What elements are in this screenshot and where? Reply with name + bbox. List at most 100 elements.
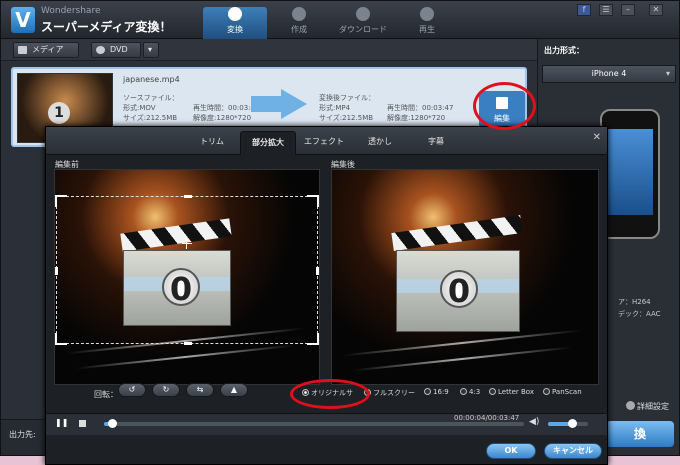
seek-slider-handle[interactable] <box>107 419 117 428</box>
chevron-down-icon: ▾ <box>665 69 670 78</box>
output-format-select[interactable]: iPhone 4 ▾ <box>542 65 676 83</box>
flip-horizontal-button[interactable]: ⇆ <box>186 383 214 397</box>
crop-corner-handle[interactable] <box>55 195 67 207</box>
toolbar: メディア DVD ▾ <box>1 39 537 61</box>
stop-button[interactable] <box>79 420 86 427</box>
crop-edge-handle[interactable] <box>184 342 192 345</box>
audio-codec-spec: デック：AAC <box>618 310 661 318</box>
aspect-16-9-label: 16:9 <box>433 388 449 396</box>
disc-icon <box>292 7 306 21</box>
volume-icon[interactable]: ◀) <box>529 417 539 427</box>
radio-dot <box>489 388 496 395</box>
wondershare-logo: V <box>11 7 35 33</box>
iphone-preview-image <box>600 109 660 239</box>
after-preview: 0 <box>331 169 599 385</box>
aspect-4-3-label: 4:3 <box>469 388 481 396</box>
crop-corner-handle[interactable] <box>307 195 319 207</box>
clapper-top <box>391 215 523 251</box>
add-dvd-button[interactable]: DVD <box>91 42 141 58</box>
dvd-dropdown-button[interactable]: ▾ <box>143 42 159 58</box>
convert-arrow-icon <box>281 89 307 119</box>
crop-corner-handle[interactable] <box>55 333 67 345</box>
output-device-value: iPhone 4 <box>591 69 627 78</box>
target-header: 変換後ファイル： <box>319 94 375 102</box>
target-resolution: 解像度:1280*720 <box>387 114 446 122</box>
volume-slider[interactable] <box>548 419 588 428</box>
radio-dot <box>424 388 431 395</box>
light-streak <box>342 329 582 357</box>
target-size: サイズ:212.5MB <box>319 114 374 122</box>
aspect-letterbox-radio[interactable]: Letter Box <box>489 388 534 396</box>
tab-effect[interactable]: エフェクト <box>296 131 352 155</box>
convert-button[interactable]: 換 <box>606 421 674 447</box>
ok-button[interactable]: OK <box>486 443 536 459</box>
add-dvd-label: DVD <box>110 45 128 54</box>
crop-rectangle[interactable] <box>55 195 319 345</box>
crop-edge-handle[interactable] <box>55 267 58 275</box>
aspect-panscan-label: PanScan <box>552 388 582 396</box>
file-name: japanese.mp4 <box>123 75 180 84</box>
iphone-screen <box>607 129 653 215</box>
output-folder-label: 出力先: <box>9 430 36 439</box>
aspect-4-3-radio[interactable]: 4:3 <box>460 388 480 396</box>
target-format: 形式:MP4 <box>319 104 351 112</box>
tab-convert-label: 変換 <box>227 25 243 34</box>
facebook-button[interactable]: f <box>577 4 591 16</box>
tab-download-label: ダウンロード <box>339 25 387 34</box>
title-bar: V Wondershare スーパーメディア変換！ 変換 作成 ダウンロード 再… <box>1 1 679 39</box>
rotate-left-button[interactable]: ↺ <box>118 383 146 397</box>
aspect-16-9-radio[interactable]: 16:9 <box>424 388 449 396</box>
crop-corner-handle[interactable] <box>307 333 319 345</box>
countdown-number: 0 <box>440 270 478 310</box>
tab-download[interactable]: ダウンロード <box>331 7 395 39</box>
advanced-settings-link[interactable]: 詳細設定 <box>626 401 669 412</box>
video-codec-spec: ア：H264 <box>618 298 651 306</box>
tab-trim[interactable]: トリム <box>184 131 240 155</box>
highlight-circle <box>290 379 370 409</box>
tab-create[interactable]: 作成 <box>267 7 331 39</box>
convert-arrow-body <box>251 96 281 112</box>
source-format: 形式:MOV <box>123 104 156 112</box>
flip-vertical-button[interactable]: ▲ <box>220 383 248 397</box>
pause-button[interactable]: ❚❚ <box>55 418 68 427</box>
crop-edge-handle[interactable] <box>184 195 192 198</box>
app-title: スーパーメディア変換！ <box>41 20 172 34</box>
tab-watermark[interactable]: 透かし <box>352 131 408 155</box>
add-media-button[interactable]: メディア <box>13 42 79 58</box>
rotate-label: 回転： <box>94 390 118 399</box>
aspect-panscan-radio[interactable]: PanScan <box>543 388 582 396</box>
tab-play-label: 再生 <box>419 25 435 34</box>
thumbnail-number: 1 <box>48 102 70 124</box>
volume-slider-handle[interactable] <box>568 419 577 428</box>
aspect-letterbox-label: Letter Box <box>498 388 534 396</box>
tab-subtitle[interactable]: 字幕 <box>408 131 464 155</box>
dialog-close-button[interactable]: ✕ <box>593 132 601 143</box>
radio-dot <box>543 388 550 395</box>
radio-dot <box>460 388 467 395</box>
source-size: サイズ:212.5MB <box>123 114 178 122</box>
add-media-icon <box>18 46 27 54</box>
close-window-button[interactable]: ✕ <box>649 4 663 16</box>
highlight-circle <box>473 82 536 130</box>
tab-create-label: 作成 <box>291 25 307 34</box>
minimize-button[interactable]: – <box>621 4 635 16</box>
tab-crop[interactable]: 部分拡大 <box>240 131 296 155</box>
after-video-frame: 0 <box>332 170 598 384</box>
gear-icon <box>626 401 635 410</box>
rotate-right-button[interactable]: ↻ <box>152 383 180 397</box>
output-format-label: 出力形式： <box>544 46 584 55</box>
source-duration: 再生時間：00:03:47 <box>193 104 260 112</box>
cancel-button[interactable]: キャンセル <box>544 443 602 459</box>
menu-button[interactable]: ☰ <box>599 4 613 16</box>
source-resolution: 解像度:1280*720 <box>193 114 252 122</box>
aspect-fullscreen-radio[interactable]: フルスクリー <box>364 388 415 398</box>
time-display: 00:00:04/00:03:47 <box>454 414 520 422</box>
seek-slider[interactable] <box>104 419 524 428</box>
tab-play[interactable]: 再生 <box>395 7 459 39</box>
tab-convert[interactable]: 変換 <box>203 7 267 39</box>
aspect-fullscreen-label: フルスクリー <box>373 389 415 397</box>
dialog-tab-bar: トリム 部分拡大 エフェクト 透かし 字幕 ✕ <box>46 127 607 155</box>
crop-edge-handle[interactable] <box>316 267 319 275</box>
dvd-icon <box>96 46 105 54</box>
target-duration: 再生時間：00:03:47 <box>387 104 454 112</box>
